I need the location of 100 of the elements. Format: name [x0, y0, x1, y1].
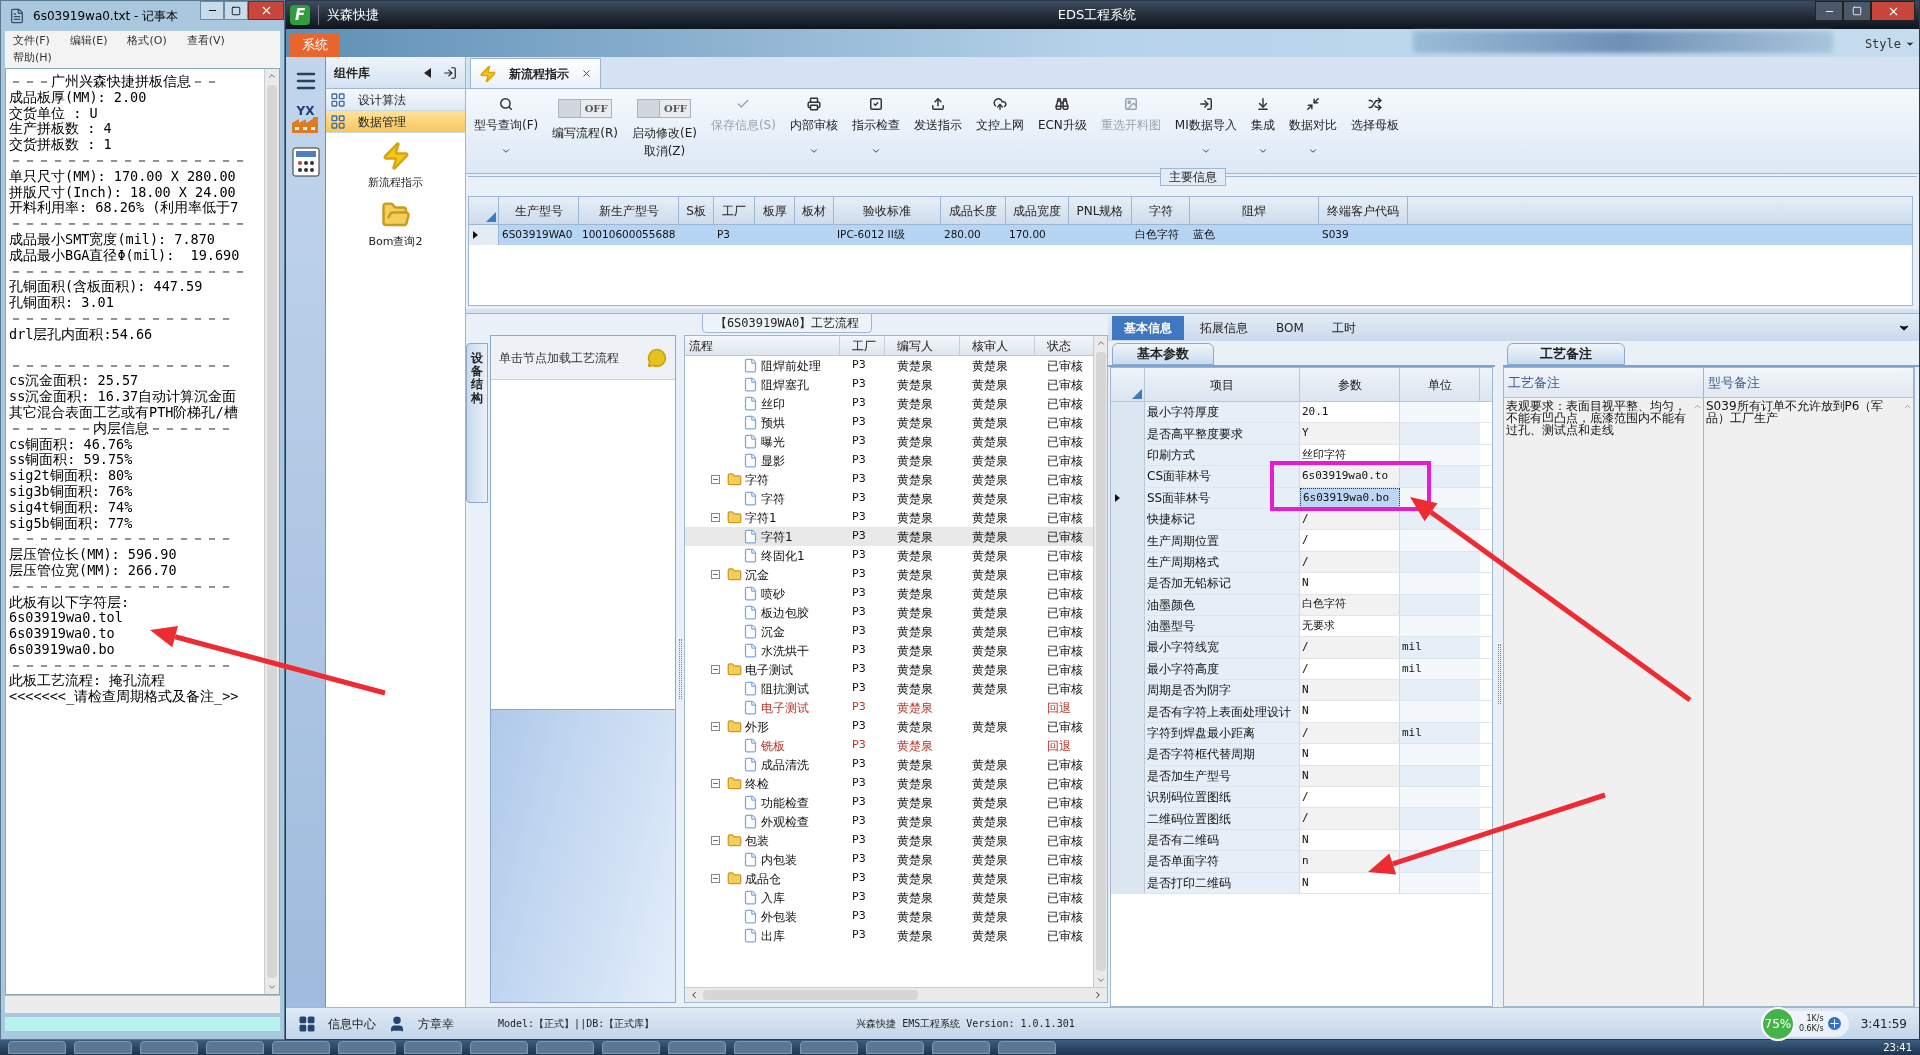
tool-button[interactable]: 新流程指示 [326, 141, 465, 192]
tree-row[interactable]: 曝光 P3 黄楚泉 黄楚泉 已审核 [685, 432, 1093, 451]
table-row[interactable]: 周期是否为阴字 N [1111, 680, 1492, 702]
column-header[interactable]: 新生产型号 [579, 197, 679, 224]
scroll-thumb[interactable] [267, 85, 277, 978]
table-row[interactable]: 最小字符厚度 20.1 [1111, 402, 1492, 424]
taskbar-app-icon[interactable] [404, 1041, 462, 1054]
tree-row[interactable]: 成品清洗 P3 黄楚泉 黄楚泉 已审核 [685, 755, 1093, 774]
column-header[interactable]: 流程 [685, 336, 840, 355]
plus-icon[interactable] [1827, 1017, 1841, 1030]
table-row[interactable]: 油墨颜色 白色字符 [1111, 594, 1492, 616]
menu-item[interactable]: 查看(V) [186, 33, 225, 50]
scroll-down-icon[interactable] [267, 982, 277, 992]
tree-row[interactable]: 显影 P3 黄楚泉 黄楚泉 已审核 [685, 451, 1093, 470]
taskbar-app-icon[interactable] [866, 1041, 924, 1054]
table-row[interactable]: 是否加无铅标记 N [1111, 573, 1492, 595]
table-row[interactable]: 生产周期格式 / [1111, 551, 1492, 574]
tree-row[interactable]: 内包装 P3 黄楚泉 黄楚泉 已审核 [685, 850, 1093, 869]
column-header[interactable]: 阻焊 [1190, 197, 1319, 224]
collapse-icon[interactable] [711, 722, 720, 731]
toggle-switch[interactable]: OFF [637, 99, 692, 118]
toolbar-button[interactable]: 发送指示 [909, 97, 966, 134]
tab[interactable]: 工艺备注 [1507, 343, 1625, 365]
scroll-left-icon[interactable] [689, 990, 699, 1000]
tree-row[interactable]: 外包装 P3 黄楚泉 黄楚泉 已审核 [685, 907, 1093, 926]
table-row[interactable]: 最小字符高度 / mil [1111, 658, 1492, 681]
tree-row[interactable]: 电子测试 P3 黄楚泉 黄楚泉 已审核 [685, 660, 1093, 679]
tree-row[interactable]: 沉金 P3 黄楚泉 黄楚泉 已审核 [685, 622, 1093, 641]
calculator-icon[interactable] [291, 147, 320, 177]
tree-row[interactable]: 外观检查 P3 黄楚泉 黄楚泉 已审核 [685, 812, 1093, 831]
column-header[interactable]: 字符 [1132, 197, 1190, 224]
taskbar-app-icon[interactable] [734, 1041, 792, 1054]
taskbar-app-icon[interactable] [470, 1041, 528, 1054]
collapse-icon[interactable] [711, 475, 720, 484]
tree-row[interactable]: 成品仓 P3 黄楚泉 黄楚泉 已审核 [685, 869, 1093, 888]
table-row[interactable]: 是否有字符上表面处理设计 N [1111, 701, 1492, 723]
column-header[interactable]: 板厚 [755, 197, 795, 224]
minimize-button[interactable] [200, 1, 224, 20]
list-item[interactable]: 数据管理 [326, 111, 465, 133]
toolbar-button[interactable]: 型号查询(F) [470, 97, 543, 156]
table-row[interactable]: 最小字符线宽 / mil [1111, 637, 1492, 659]
collapse-icon[interactable] [711, 779, 720, 788]
taskbar-app-icon[interactable] [602, 1041, 660, 1054]
taskbar-app-icon[interactable] [74, 1041, 132, 1054]
tree-row[interactable]: 水洗烘干 P3 黄楚泉 黄楚泉 已审核 [685, 641, 1093, 660]
side-tab[interactable]: 设备结构 [466, 343, 488, 503]
collapse-icon[interactable] [711, 836, 720, 845]
tree-row[interactable]: 出库 P3 黄楚泉 黄楚泉 已审核 [685, 926, 1093, 945]
tree-row[interactable]: 预烘 P3 黄楚泉 黄楚泉 已审核 [685, 413, 1093, 432]
menu-item[interactable]: 格式(O) [127, 33, 167, 50]
column-header[interactable]: PNL规格 [1069, 197, 1132, 224]
column-header[interactable]: 工厂 [840, 336, 885, 355]
tree-row[interactable]: 包装 P3 黄楚泉 黄楚泉 已审核 [685, 831, 1093, 850]
collapse-icon[interactable] [711, 570, 720, 579]
tree-row[interactable]: 字符 P3 黄楚泉 黄楚泉 已审核 [685, 470, 1093, 489]
toolbar-button[interactable]: 集成 [1246, 97, 1279, 156]
collapse-icon[interactable] [711, 665, 720, 674]
tree-row[interactable]: 入库 P3 黄楚泉 黄楚泉 已审核 [685, 888, 1093, 907]
toolbar-button[interactable]: 内部审核 [785, 97, 842, 156]
scroll-up-icon[interactable] [1095, 338, 1106, 348]
toolbar-button[interactable]: 文控上网 [971, 97, 1028, 134]
column-header[interactable]: 编写人 [885, 336, 960, 355]
document-tab[interactable]: 新流程指示 [470, 58, 601, 88]
column-header[interactable]: 工厂 [714, 197, 755, 224]
tree-row[interactable]: 阻焊前处理 P3 黄楚泉 黄楚泉 已审核 [685, 356, 1093, 375]
tab[interactable]: 基本信息 [1112, 315, 1184, 340]
tree-row[interactable]: 丝印 P3 黄楚泉 黄楚泉 已审核 [685, 394, 1093, 413]
tree-row[interactable]: 阻抗测试 P3 黄楚泉 黄楚泉 已审核 [685, 679, 1093, 698]
tree-row[interactable]: 终固化1 P3 黄楚泉 黄楚泉 已审核 [685, 546, 1093, 565]
column-header[interactable]: 项目 [1145, 368, 1300, 401]
pin-icon[interactable] [443, 65, 457, 80]
tab[interactable]: 基本参数 [1112, 343, 1214, 365]
tree-row[interactable]: 功能检查 P3 黄楚泉 黄楚泉 已审核 [685, 793, 1093, 812]
tree-row[interactable]: 外形 P3 黄楚泉 黄楚泉 已审核 [685, 717, 1093, 736]
taskbar-app-icon[interactable] [536, 1041, 594, 1054]
table-row[interactable]: 快捷标记 / [1111, 508, 1492, 531]
taskbar-app-icon[interactable] [932, 1041, 990, 1054]
taskbar-app-icon[interactable] [272, 1041, 330, 1054]
close-button[interactable] [1871, 1, 1915, 21]
table-row[interactable]: 是否打印二维码 N [1111, 872, 1492, 894]
menu-item[interactable]: 编辑(E) [69, 33, 108, 50]
toolbar-button[interactable]: 数据对比 [1284, 97, 1341, 156]
table-row[interactable]: 是否高平整度要求 Y [1111, 423, 1492, 445]
maximize-button[interactable] [224, 1, 248, 20]
column-header[interactable]: 板材 [795, 197, 834, 224]
style-menu[interactable]: Style [1864, 35, 1901, 53]
splitter-handle[interactable] [1497, 644, 1501, 704]
tab[interactable]: 拓展信息 [1188, 315, 1260, 340]
table-row[interactable]: 识别码位置图纸 / [1111, 787, 1492, 809]
toggle-switch[interactable]: OFF [558, 99, 613, 118]
column-header[interactable]: 核审人 [960, 336, 1035, 355]
scroll-thumb[interactable] [1095, 352, 1106, 971]
menu-item[interactable]: 文件(F) [13, 33, 50, 50]
toolbar-button[interactable]: 指示检查 [847, 97, 904, 156]
tree-row[interactable]: 喷砂 P3 黄楚泉 黄楚泉 已审核 [685, 584, 1093, 603]
collapse-icon[interactable] [711, 874, 720, 883]
table-row[interactable]: 字符到焊盘最小距离 / mil [1111, 722, 1492, 745]
maximize-button[interactable] [1843, 1, 1871, 21]
taskbar-app-icon[interactable] [800, 1041, 858, 1054]
tree-row[interactable]: 字符1 P3 黄楚泉 黄楚泉 已审核 [685, 527, 1093, 546]
